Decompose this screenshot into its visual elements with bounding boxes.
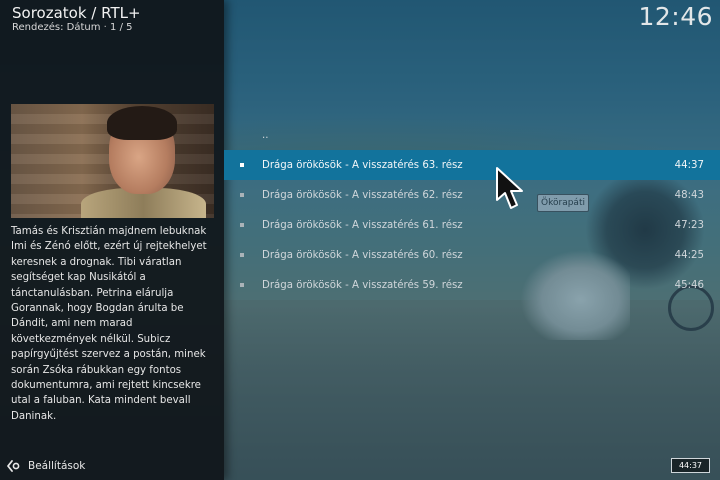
episode-duration: 47:23	[674, 219, 704, 231]
list-item[interactable]: Drága örökösök - A visszatérés 62. rész …	[224, 180, 720, 210]
clock: 12:46	[638, 2, 713, 31]
page-title: Sorozatok / RTL+	[12, 4, 141, 22]
episode-duration: 44:37	[674, 159, 704, 171]
list-item[interactable]: Drága örökösök - A visszatérés 59. rész …	[224, 270, 720, 300]
episode-duration: 48:43	[674, 189, 704, 201]
separator: ·	[103, 22, 107, 33]
bullet-icon	[240, 193, 244, 197]
episode-title: Drága örökösök - A visszatérés 60. rész	[262, 249, 463, 261]
episode-list[interactable]: .. Drága örökösök - A visszatérés 63. ré…	[224, 120, 720, 300]
parent-folder-label: ..	[262, 129, 269, 141]
mouse-pointer-icon	[496, 167, 523, 209]
bullet-icon	[240, 283, 244, 287]
episode-title: Drága örökösök - A visszatérés 59. rész	[262, 279, 463, 291]
episode-title: Drága örökösök - A visszatérés 63. rész	[262, 159, 463, 171]
settings-back-icon	[6, 459, 20, 473]
settings-label: Beállítások	[28, 460, 86, 472]
parent-folder-item[interactable]: ..	[224, 120, 720, 150]
episode-plot: Tamás és Krisztián majdnem lebuknak Imi …	[11, 226, 207, 422]
sort-and-page-info: Rendezés: Dátum · 1 / 5	[12, 22, 133, 33]
episode-title: Drága örökösök - A visszatérés 61. rész	[262, 219, 463, 231]
episode-title: Drága örökösök - A visszatérés 62. rész	[262, 189, 463, 201]
thumbnail-hair	[107, 106, 177, 140]
list-item[interactable]: Drága örökösök - A visszatérés 60. rész …	[224, 240, 720, 270]
list-item[interactable]: Drága örökösök - A visszatérés 61. rész …	[224, 210, 720, 240]
sort-label[interactable]: Rendezés: Dátum	[12, 22, 100, 33]
page-indicator: 1 / 5	[110, 22, 133, 33]
episode-duration: 45:46	[674, 279, 704, 291]
settings-button[interactable]: Beállítások	[6, 458, 85, 474]
bullet-icon	[240, 253, 244, 257]
episode-thumbnail	[11, 104, 214, 218]
info-panel: Sorozatok / RTL+ Rendezés: Dátum · 1 / 5…	[0, 0, 224, 480]
playback-time-badge: 44:37	[671, 458, 710, 473]
episode-duration: 44:25	[674, 249, 704, 261]
bullet-icon	[240, 223, 244, 227]
list-item[interactable]: Drága örökösök - A visszatérés 63. rész …	[224, 150, 720, 180]
bullet-icon	[240, 163, 244, 167]
